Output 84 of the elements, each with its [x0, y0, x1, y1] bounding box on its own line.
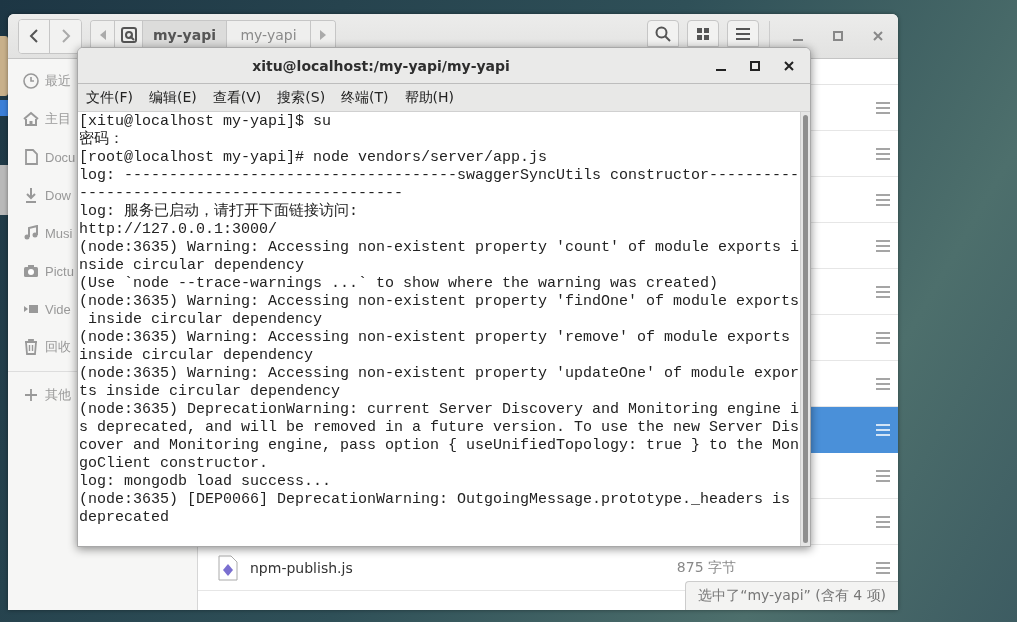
file-size: 875 字节: [676, 558, 736, 577]
scrollbar-thumb[interactable]: [803, 115, 808, 543]
plus-icon: [23, 387, 39, 403]
minimize-icon: [716, 68, 726, 71]
terminal-line: 密码：: [79, 131, 125, 149]
sidebar-item[interactable]: Dow: [23, 176, 71, 214]
minimize-icon: [793, 39, 803, 41]
terminal-line: log: 服务已启动，请打开下面链接访问:: [79, 203, 359, 221]
terminal-line: (node:3635) Warning: Accessing non-existent property 'findOne' of module exports: [79, 293, 800, 311]
back-icon: [29, 29, 39, 43]
terminal-line: (node:3635) DeprecationWarning: current Server Discovery and Monitoring engine i: [79, 401, 800, 419]
terminal-line: deprecated: [79, 509, 170, 527]
close-icon: [784, 60, 794, 71]
terminal-line: (node:3635) Warning: Accessing non-existent property 'remove' of module exports: [79, 329, 792, 347]
terminal-line: log: mongodb load success...: [79, 473, 333, 491]
menu-item[interactable]: 帮助(H): [404, 88, 455, 107]
menu-item[interactable]: 搜索(S): [277, 88, 326, 107]
terminal-line: (Use `node --trace-warnings ...` to show where the warning was created): [79, 275, 720, 293]
desktop-icon[interactable]: [0, 165, 8, 215]
maximize-icon: [833, 31, 843, 41]
terminal-line: ------------------------------------: [79, 185, 405, 202]
forward-icon: [60, 29, 71, 43]
terminal-line: [xitu@localhost my-yapi]$ su: [79, 113, 333, 130]
grid-view-button[interactable]: [687, 20, 719, 47]
terminal-line: inside circular dependency: [87, 311, 324, 329]
home-icon: [23, 111, 39, 127]
sidebar-item[interactable]: 其他: [23, 376, 71, 414]
terminal-line: nside circular dependency: [79, 257, 306, 275]
back-button[interactable]: [19, 19, 50, 53]
terminal-line: cover and Monitoring engine, pass option { useUnifiedTopology: true } to the Mon: [79, 437, 800, 455]
menu-item[interactable]: 终端(T): [341, 88, 389, 107]
sidebar-item[interactable]: Musi: [23, 214, 73, 252]
sidebar-item[interactable]: 主目: [23, 100, 71, 138]
terminal-line: s deprecated, and will be removed in a future version. To use the new Server Dis: [79, 419, 800, 437]
sidebar-item[interactable]: Vide: [23, 290, 71, 328]
maximize-icon: [750, 60, 760, 71]
terminal-line: (node:3635) Warning: Accessing non-existent property 'updateOne' of module expor: [79, 365, 800, 383]
music-icon: [23, 225, 39, 241]
clock-icon: [23, 73, 39, 89]
terminal-line: inside circular dependency: [79, 347, 315, 365]
menu-item[interactable]: 编辑(E): [149, 88, 197, 107]
row-menu-icon[interactable]: [876, 101, 890, 114]
terminal-line: goClient constructor.: [79, 455, 270, 473]
terminal-line: log: -------------------------------------swaggerSyncUtils constructor----------: [79, 167, 800, 185]
menu-item[interactable]: 文件(F): [86, 88, 133, 107]
drive-icon: [120, 26, 137, 43]
row-menu-icon[interactable]: [876, 331, 890, 344]
row-menu-icon[interactable]: [876, 469, 890, 482]
terminal-line: [root@localhost my-yapi]# node vendors/server/app.js: [79, 149, 549, 167]
menu-item[interactable]: 查看(V): [212, 88, 262, 107]
script-file-icon: [218, 554, 238, 581]
grid-icon: [697, 27, 709, 40]
menu-button[interactable]: [727, 20, 759, 47]
menu-icon: [736, 27, 750, 40]
terminal-line: ts inside circular dependency: [79, 383, 342, 401]
desktop-icon[interactable]: [0, 36, 8, 96]
row-menu-icon[interactable]: [876, 377, 890, 390]
sidebar-item[interactable]: Pictu: [23, 252, 74, 290]
row-menu-icon[interactable]: [876, 561, 890, 574]
row-menu-icon[interactable]: [876, 515, 890, 528]
search-button[interactable]: [647, 20, 679, 47]
camera-icon: [23, 263, 39, 279]
path-segment[interactable]: my-yapi: [143, 21, 227, 48]
sidebar-item[interactable]: 回收: [23, 328, 71, 366]
terminal-line: (node:3635) Warning: Accessing non-existent property 'count' of module exports i: [79, 239, 800, 257]
terminal-line: http://127.0.0.1:3000/: [79, 221, 279, 239]
row-menu-icon[interactable]: [876, 147, 890, 160]
trash-icon: [23, 339, 39, 355]
terminal-line: (node:3635) [DEP0066] DeprecationWarning: OutgoingMessage.prototype._headers is: [79, 491, 792, 509]
left-arrow-icon: [99, 29, 106, 40]
sidebar-item[interactable]: 最近: [23, 62, 71, 100]
row-menu-icon[interactable]: [876, 285, 890, 298]
right-arrow-icon: [320, 29, 326, 40]
row-menu-icon[interactable]: [876, 239, 890, 252]
file-name: npm-publish.js: [250, 559, 353, 576]
sidebar-item[interactable]: Docu: [23, 138, 76, 176]
desktop-icon-label[interactable]: [0, 100, 8, 116]
download-icon: [23, 187, 39, 203]
close-icon: [873, 31, 883, 41]
document-icon: [23, 149, 39, 165]
row-menu-icon[interactable]: [876, 193, 890, 206]
window-title: xitu@localhost:/my-yapi/my-yapi: [251, 57, 511, 74]
status-popup: 选中了“my-yapi” (含有 4 项): [685, 581, 898, 610]
search-icon: [655, 25, 671, 42]
